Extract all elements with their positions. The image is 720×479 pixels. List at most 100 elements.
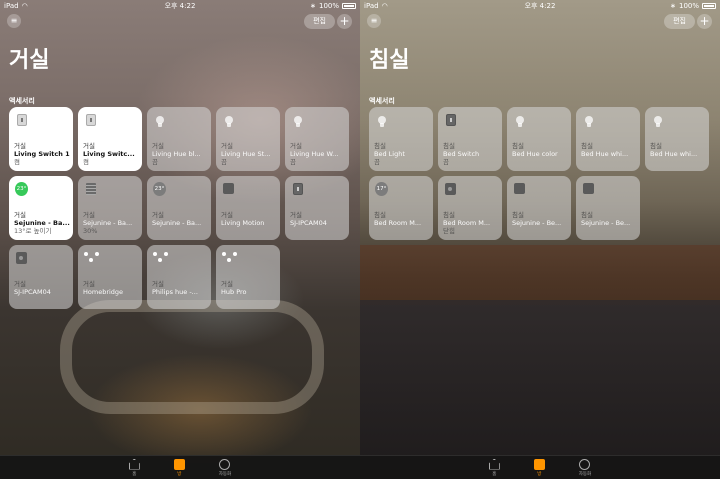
- tab-label: 자동화: [578, 471, 592, 477]
- tile-status: 끔: [290, 158, 296, 166]
- tile-name: Living Motion: [221, 219, 265, 227]
- accessory-grid: 침실 Bed Light 끔 침실 Bed Switch 끔침실 Bed Hue color…: [369, 107, 709, 240]
- tile-status: [581, 158, 637, 166]
- tile-name: Bed Hue whi...: [581, 150, 629, 158]
- section-label: 액세서리: [369, 97, 395, 105]
- accessory-tile[interactable]: 거실 Homebridge: [78, 245, 142, 309]
- tile-room: 거실: [152, 211, 164, 219]
- tile-text: 침실 Sejunine - Be...: [512, 211, 568, 235]
- tile-text: 침실 Bed Hue color: [512, 142, 568, 166]
- tile-room: 거실: [221, 280, 233, 288]
- tile-name: Hub Pro: [221, 288, 247, 296]
- accessory-tile[interactable]: 23° 거실 Sejunine - Ba... 13°로 높이기: [9, 176, 73, 240]
- switch-icon: [15, 113, 28, 126]
- tile-text: 침실 Bed Light 끔: [374, 142, 430, 166]
- tile-name: Sejunine - Be...: [581, 219, 631, 227]
- sensor-icon: [222, 182, 235, 195]
- tile-room: 침실: [581, 142, 593, 150]
- rooms-icon: [173, 458, 185, 470]
- thermostat-icon: 23°: [153, 181, 166, 196]
- temperature-value: 23°: [153, 181, 166, 196]
- tab-house[interactable]: 홈: [128, 458, 140, 477]
- tab-rooms[interactable]: 방: [173, 458, 185, 477]
- accessory-tile[interactable]: 거실 Living Hue St... 끔: [216, 107, 280, 171]
- tile-text: 침실 Sejunine - Be...: [581, 211, 637, 235]
- accessory-tile[interactable]: 침실 Bed Hue whi...: [645, 107, 709, 171]
- add-button[interactable]: +: [697, 14, 712, 29]
- tile-name: Living Hue W...: [290, 150, 339, 158]
- accessory-tile[interactable]: 17° 침실 Bed Room M...: [369, 176, 433, 240]
- tile-status: 켬: [83, 158, 89, 166]
- accessory-tile[interactable]: 거실 Sejunine - Ba... 30%: [78, 176, 142, 240]
- accessory-tile[interactable]: 거실 Living Switch 1켬: [9, 107, 73, 171]
- tile-name: SJ-IPCAM04: [14, 288, 51, 296]
- tab-house[interactable]: 홈: [488, 458, 500, 477]
- edit-button[interactable]: 편집: [304, 14, 335, 29]
- tile-room: 거실: [14, 280, 26, 288]
- tile-room: 거실: [290, 142, 302, 150]
- tile-text: 거실 Living Hue St... 끔: [221, 142, 277, 166]
- tab-rooms[interactable]: 방: [533, 458, 545, 477]
- clock-icon: [579, 458, 591, 470]
- tab-label: 홈: [492, 471, 497, 477]
- tile-text: 침실 Bed Room M... 닫힘: [443, 211, 499, 235]
- accessory-tile[interactable]: 침실 Bed Hue whi...: [576, 107, 640, 171]
- accessory-tile[interactable]: 거실 Living Switc... 켬: [78, 107, 142, 171]
- tile-text: 거실 Living Switc... 켬: [83, 142, 139, 166]
- living-room-screen: iPad ◠ 오후 4:22 ∗ 100% ≡ 편집 + 거실 액세서리 거실 Liv…: [0, 0, 360, 479]
- add-button[interactable]: +: [337, 14, 352, 29]
- bridge-icon: [153, 251, 168, 264]
- accessory-tile[interactable]: 침실 Bed Hue color: [507, 107, 571, 171]
- bedroom-screen: iPad ◠ 오후 4:22 ∗ 100% ≡ 편집 + 침실 액세서리 침실 Bed…: [360, 0, 720, 479]
- tile-text: 거실 SJ-IPCAM04: [290, 211, 346, 235]
- tile-status: [374, 227, 430, 235]
- tab-bar: 홈 방 자동화: [360, 455, 720, 479]
- tile-text: 거실 SJ-IPCAM04: [14, 280, 70, 304]
- list-icon: ≡: [370, 16, 378, 25]
- house-icon: [128, 458, 140, 470]
- accessory-tile[interactable]: 침실 Bed Switch 끔: [438, 107, 502, 171]
- tile-status: 끔: [443, 158, 449, 166]
- thermostat-icon: 23°: [15, 181, 28, 196]
- tile-room: 침실: [374, 211, 386, 219]
- tile-room: 거실: [14, 142, 26, 150]
- camera-icon: [444, 182, 457, 195]
- tile-name: Sejunine - Ba...: [152, 219, 202, 227]
- accessory-tile[interactable]: 거실 SJ-IPCAM04: [9, 245, 73, 309]
- battery-icon: [702, 3, 716, 9]
- accessory-tile[interactable]: 거실 Living Hue bl... 끔: [147, 107, 211, 171]
- menu-button[interactable]: ≡: [367, 14, 381, 28]
- temperature-value: 23°: [15, 181, 28, 196]
- lightbulb-icon: [375, 113, 388, 127]
- room-title: 침실: [369, 48, 410, 73]
- tile-text: 거실 Sejunine - Ba... 13°로 높이기: [14, 211, 70, 235]
- accessory-tile[interactable]: 침실 Bed Light 끔: [369, 107, 433, 171]
- tile-status: 30%: [83, 227, 98, 235]
- tile-status: [14, 296, 70, 304]
- accessory-tile[interactable]: 침실 Bed Room M... 닫힘: [438, 176, 502, 240]
- accessory-tile[interactable]: 거실 Living Hue W... 끔: [285, 107, 349, 171]
- accessory-tile[interactable]: 침실 Sejunine - Be...: [507, 176, 571, 240]
- accessory-tile[interactable]: 거실 Living Motion: [216, 176, 280, 240]
- menu-button[interactable]: ≡: [7, 14, 21, 28]
- tile-room: 거실: [83, 142, 95, 150]
- tile-name: Living Switch 1: [14, 150, 70, 158]
- tile-text: 거실 Sejunine - Ba... 30%: [83, 211, 139, 235]
- accessory-tile[interactable]: 침실 Sejunine - Be...: [576, 176, 640, 240]
- edit-button[interactable]: 편집: [664, 14, 695, 29]
- tile-status: [581, 227, 637, 235]
- accessory-tile[interactable]: 23° 거실 Sejunine - Ba...: [147, 176, 211, 240]
- accessory-tile[interactable]: 거실 Hub Pro: [216, 245, 280, 309]
- clock-label: 오후 4:22: [164, 2, 196, 10]
- accessory-tile[interactable]: 거실 SJ-IPCAM04: [285, 176, 349, 240]
- accessory-tile[interactable]: 거실 Philips hue -...: [147, 245, 211, 309]
- tile-status: 켬: [14, 158, 20, 166]
- tab-clock[interactable]: 자동화: [219, 458, 231, 477]
- tile-room: 거실: [290, 211, 302, 219]
- status-bar: iPad ◠ 오후 4:22 ∗ 100%: [360, 0, 720, 12]
- tile-status: [152, 227, 208, 235]
- tab-clock[interactable]: 자동화: [578, 458, 592, 477]
- tile-text: 거실 Living Hue bl... 끔: [152, 142, 208, 166]
- tile-room: 침실: [443, 142, 455, 150]
- tile-name: Living Switc...: [83, 150, 135, 158]
